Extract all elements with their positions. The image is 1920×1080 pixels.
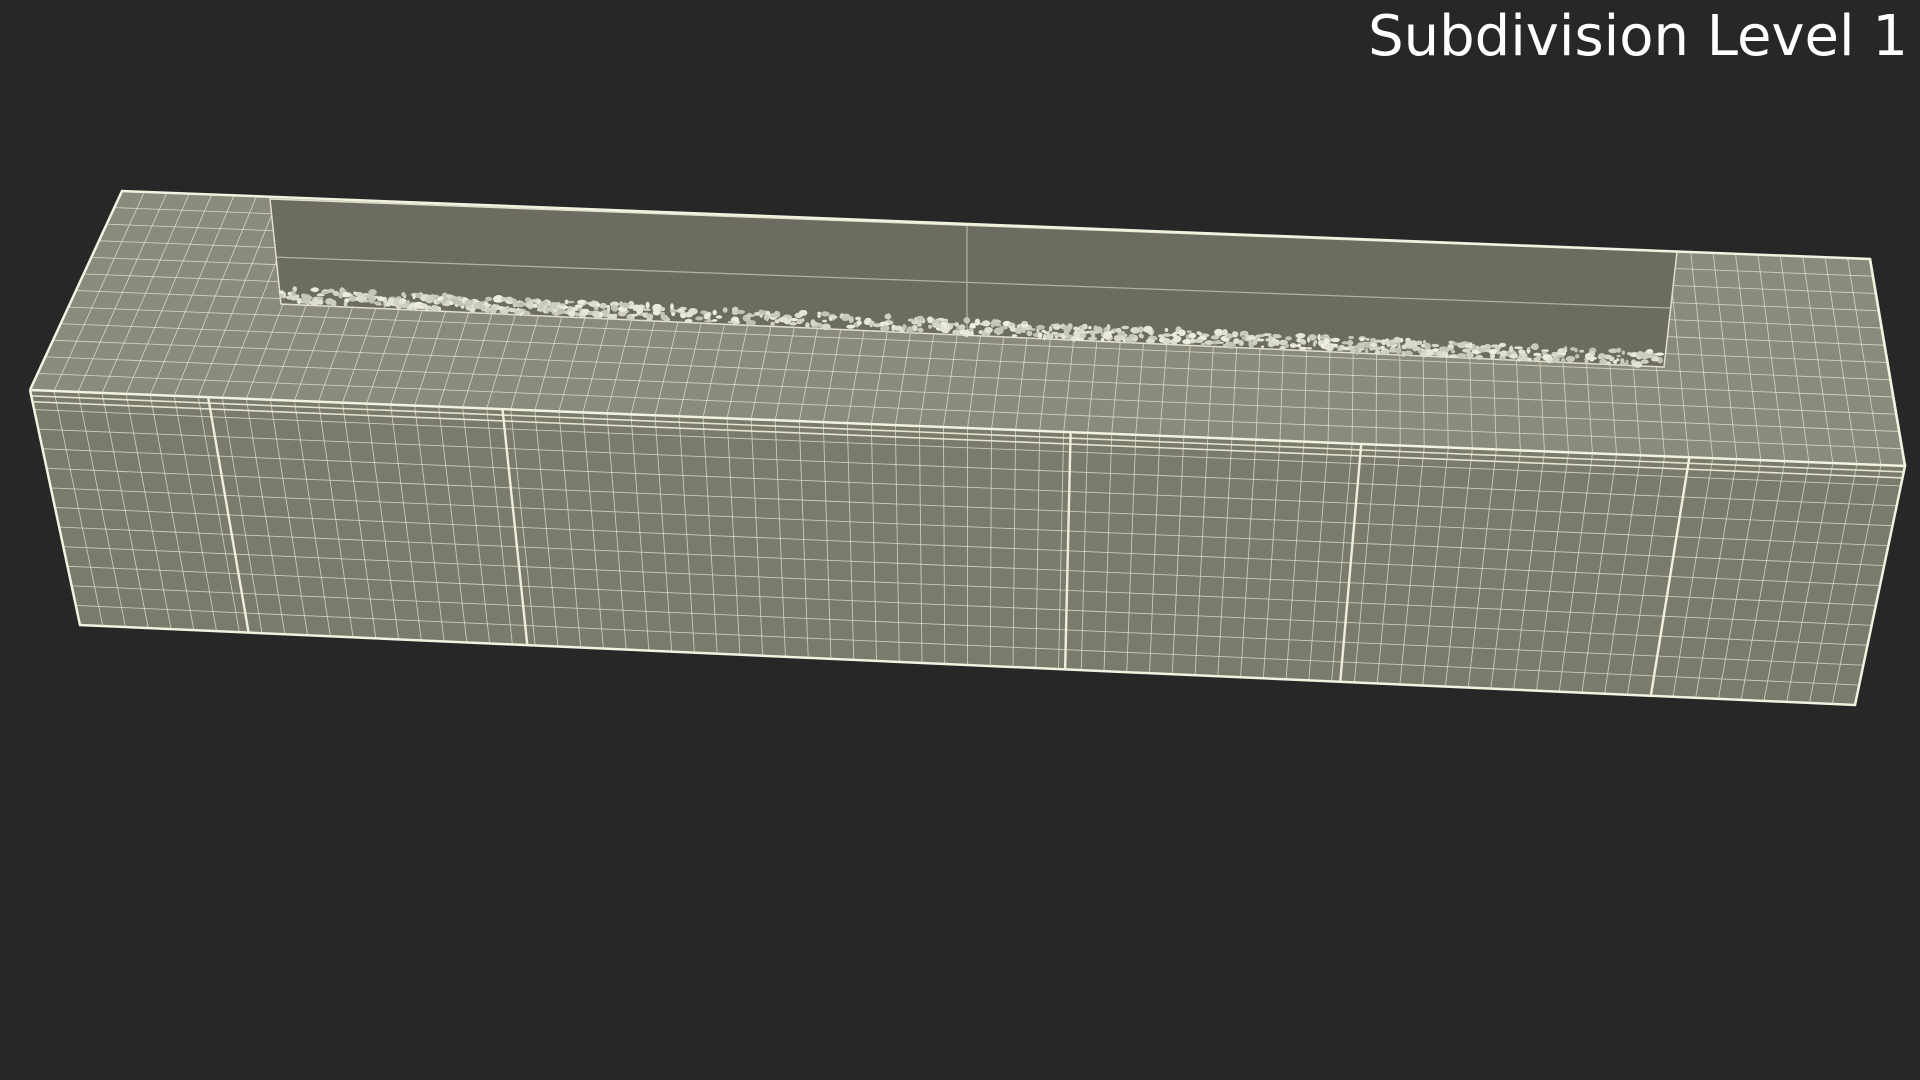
3d-viewport: Subdivision Level 1 — [0, 0, 1920, 1080]
subdivision-level-label: Subdivision Level 1 — [1368, 4, 1908, 69]
wireframe-model — [28, 189, 1907, 707]
